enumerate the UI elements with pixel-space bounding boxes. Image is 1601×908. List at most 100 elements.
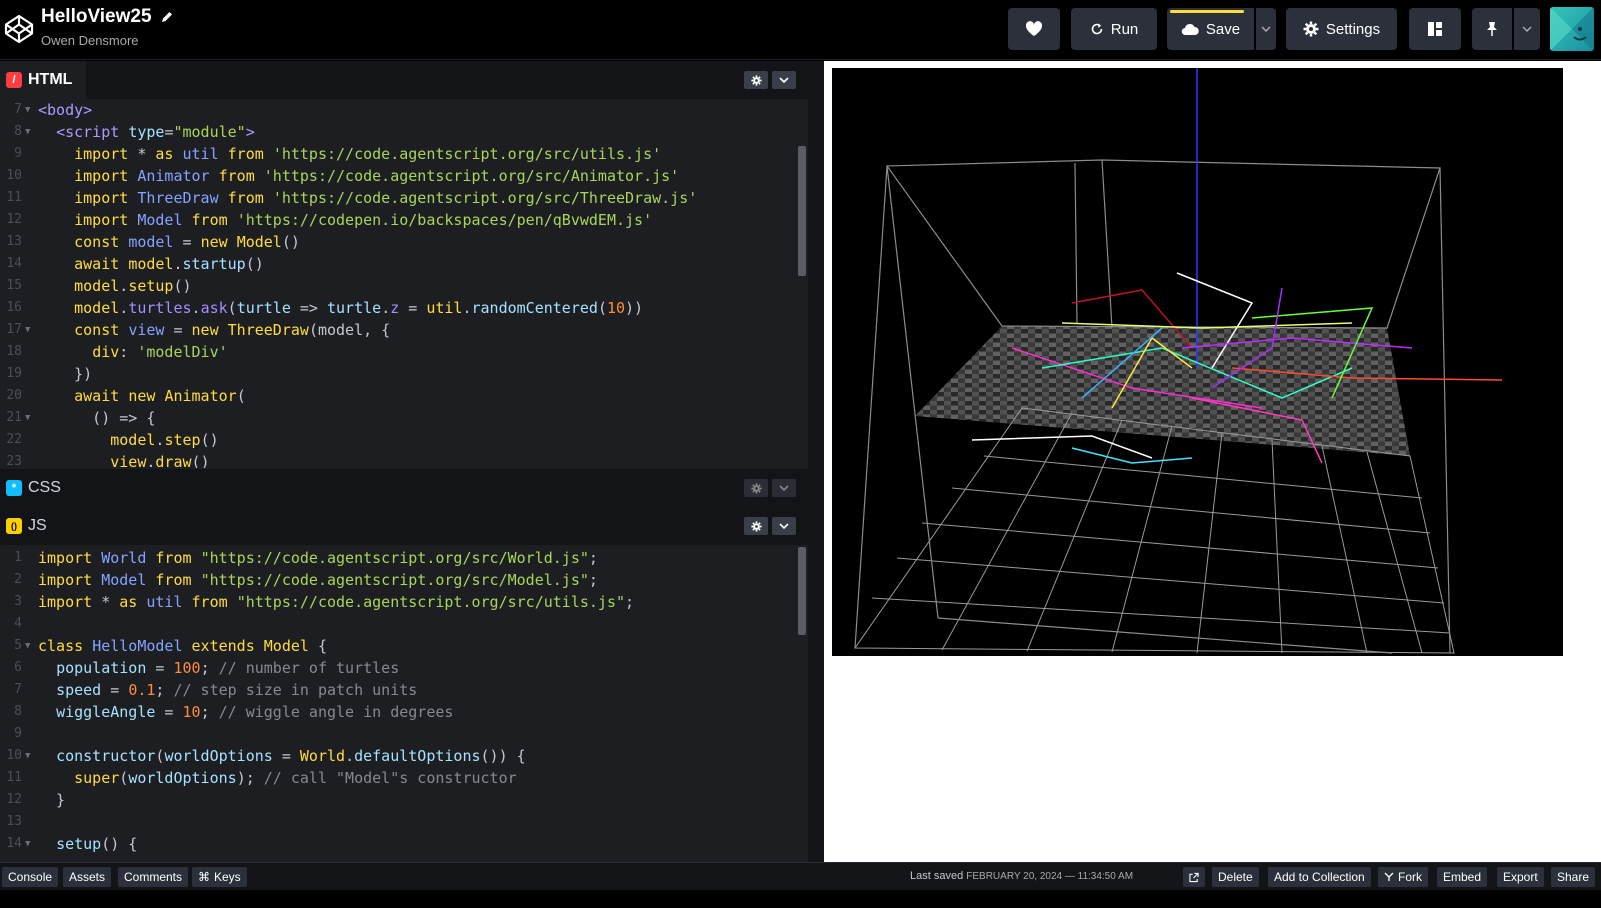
code-line[interactable]: 11 super(worldOptions); // call "Model"s…: [0, 767, 810, 789]
fold-arrow-icon[interactable]: ▼: [25, 319, 30, 341]
assets-button[interactable]: Assets: [63, 867, 112, 887]
pin-dropdown-button[interactable]: [1514, 8, 1540, 50]
code-token: // number of turtles: [218, 659, 400, 677]
fold-arrow-icon[interactable]: ▼: [25, 99, 30, 121]
html-collapse-button[interactable]: [772, 71, 796, 89]
comments-button[interactable]: Comments: [118, 867, 189, 887]
code-line[interactable]: 12 }: [0, 789, 810, 811]
run-button-label: Run: [1110, 20, 1139, 38]
js-scrollbar[interactable]: [798, 547, 806, 635]
export-button[interactable]: Export: [1497, 867, 1544, 887]
code-line[interactable]: 2 import Model from "https://code.agentsc…: [0, 569, 810, 591]
html-scrollbar[interactable]: [798, 146, 806, 276]
code-token: import: [38, 593, 93, 611]
line-number: 23: [6, 454, 22, 468]
fold-arrow-icon[interactable]: ▼: [25, 121, 30, 143]
change-view-button[interactable]: [1409, 8, 1461, 50]
code-text: const view = new ThreeDraw(model, {: [38, 319, 390, 341]
love-button[interactable]: [1008, 8, 1060, 50]
css-collapse-button[interactable]: [772, 479, 796, 497]
code-line[interactable]: 8 ▼ <script type="module">: [0, 121, 810, 143]
code-line[interactable]: 22 model.step(): [0, 429, 810, 451]
code-line[interactable]: 3 import * as util from "https://code.age…: [0, 591, 810, 613]
html-code-editor[interactable]: 7 ▼ <body> 8 ▼ <script type="module"> 9 impor…: [0, 99, 810, 468]
code-line[interactable]: 16 model.turtles.ask(turtle => turtle.z …: [0, 297, 810, 319]
code-line[interactable]: 13: [0, 811, 810, 833]
js-collapse-button[interactable]: [772, 517, 796, 535]
tab-js[interactable]: () JS: [0, 507, 61, 545]
add-to-collection-button[interactable]: Add to Collection: [1268, 867, 1371, 887]
line-number: 13: [6, 814, 22, 829]
run-button[interactable]: Run: [1071, 8, 1157, 50]
pen-title-text[interactable]: HelloView25: [41, 6, 152, 28]
code-line[interactable]: 6 population = 100; // number of turtles: [0, 657, 810, 679]
tab-css[interactable]: * CSS: [0, 469, 75, 507]
tab-html[interactable]: / HTML: [0, 61, 87, 99]
code-text: import Model from "https://code.agentscr…: [38, 569, 598, 591]
console-button[interactable]: Console: [2, 867, 59, 887]
code-line[interactable]: 1 import World from "https://code.agentsc…: [0, 547, 810, 569]
fold-arrow-icon[interactable]: ▼: [25, 745, 30, 767]
save-button[interactable]: Save: [1167, 8, 1254, 50]
code-line[interactable]: 4: [0, 613, 810, 635]
code-line[interactable]: 21 ▼ () => {: [0, 407, 810, 429]
html-settings-button[interactable]: [744, 71, 768, 89]
code-line[interactable]: 18 div: 'modelDiv': [0, 341, 810, 363]
pen-title[interactable]: HelloView25: [41, 6, 174, 28]
pencil-icon[interactable]: [160, 10, 174, 24]
code-line[interactable]: 11 import ThreeDraw from 'https://code.a…: [0, 187, 810, 209]
keys-button[interactable]: ⌘ Keys: [192, 867, 247, 887]
js-settings-button[interactable]: [744, 517, 768, 535]
code-token: from: [218, 167, 255, 185]
resize-divider[interactable]: [808, 61, 824, 881]
code-line[interactable]: 12 import Model from 'https://codepen.io…: [0, 209, 810, 231]
code-line[interactable]: 15 model.setup(): [0, 275, 810, 297]
external-link-icon: [1189, 872, 1199, 882]
code-line[interactable]: 5 ▼ class HelloModel extends Model {: [0, 635, 810, 657]
code-line[interactable]: 13 const model = new Model(): [0, 231, 810, 253]
save-dropdown-button[interactable]: [1256, 8, 1276, 50]
code-line[interactable]: 17 ▼ const view = new ThreeDraw(model, {: [0, 319, 810, 341]
code-token: // wiggle angle in degrees: [218, 703, 454, 721]
fork-button[interactable]: Fork: [1378, 867, 1428, 887]
line-number: 19: [6, 366, 22, 381]
code-token: util: [146, 593, 183, 611]
fold-arrow-icon[interactable]: ▼: [25, 833, 30, 855]
code-line[interactable]: 9 import * as util from 'https://code.ag…: [0, 143, 810, 165]
css-pane-header: * CSS: [0, 469, 824, 507]
code-line[interactable]: 20 await new Animator(: [0, 385, 810, 407]
code-line[interactable]: 10 ▼ constructor(worldOptions = World.def…: [0, 745, 810, 767]
code-line[interactable]: 19 }): [0, 363, 810, 385]
pin-button[interactable]: [1472, 8, 1512, 50]
fold-arrow-icon[interactable]: ▼: [25, 635, 30, 657]
code-token: Model: [137, 211, 183, 229]
share-button[interactable]: Share: [1551, 867, 1596, 887]
line-number: 8: [14, 704, 22, 719]
css-settings-button[interactable]: [744, 479, 768, 497]
code-token: extends: [191, 637, 255, 655]
user-avatar[interactable]: [1550, 7, 1594, 51]
code-token: (: [236, 387, 246, 405]
code-line[interactable]: 14 ▼ setup() {: [0, 833, 810, 855]
code-line[interactable]: 7 speed = 0.1; // step size in patch uni…: [0, 679, 810, 701]
open-external-button[interactable]: [1183, 867, 1205, 887]
three-d-model-canvas[interactable]: [832, 68, 1563, 656]
code-line[interactable]: 8 wiggleAngle = 10; // wiggle angle in d…: [0, 701, 810, 723]
pen-author[interactable]: Owen Densmore: [41, 33, 139, 48]
code-line[interactable]: 14 await model.startup(): [0, 253, 810, 275]
codepen-logo-icon[interactable]: [3, 13, 35, 45]
settings-button[interactable]: Settings: [1286, 8, 1397, 50]
delete-button[interactable]: Delete: [1212, 867, 1259, 887]
embed-button[interactable]: Embed: [1437, 867, 1488, 887]
code-line[interactable]: 10 import Animator from 'https://code.ag…: [0, 165, 810, 187]
code-line[interactable]: 23 view.draw(): [0, 451, 810, 468]
preview-frame[interactable]: [824, 61, 1601, 881]
code-line[interactable]: 7 ▼ <body>: [0, 99, 810, 121]
code-line[interactable]: 9: [0, 723, 810, 745]
fold-arrow-icon[interactable]: ▼: [25, 407, 30, 429]
js-code-editor[interactable]: 1 import World from "https://code.agentsc…: [0, 547, 810, 861]
